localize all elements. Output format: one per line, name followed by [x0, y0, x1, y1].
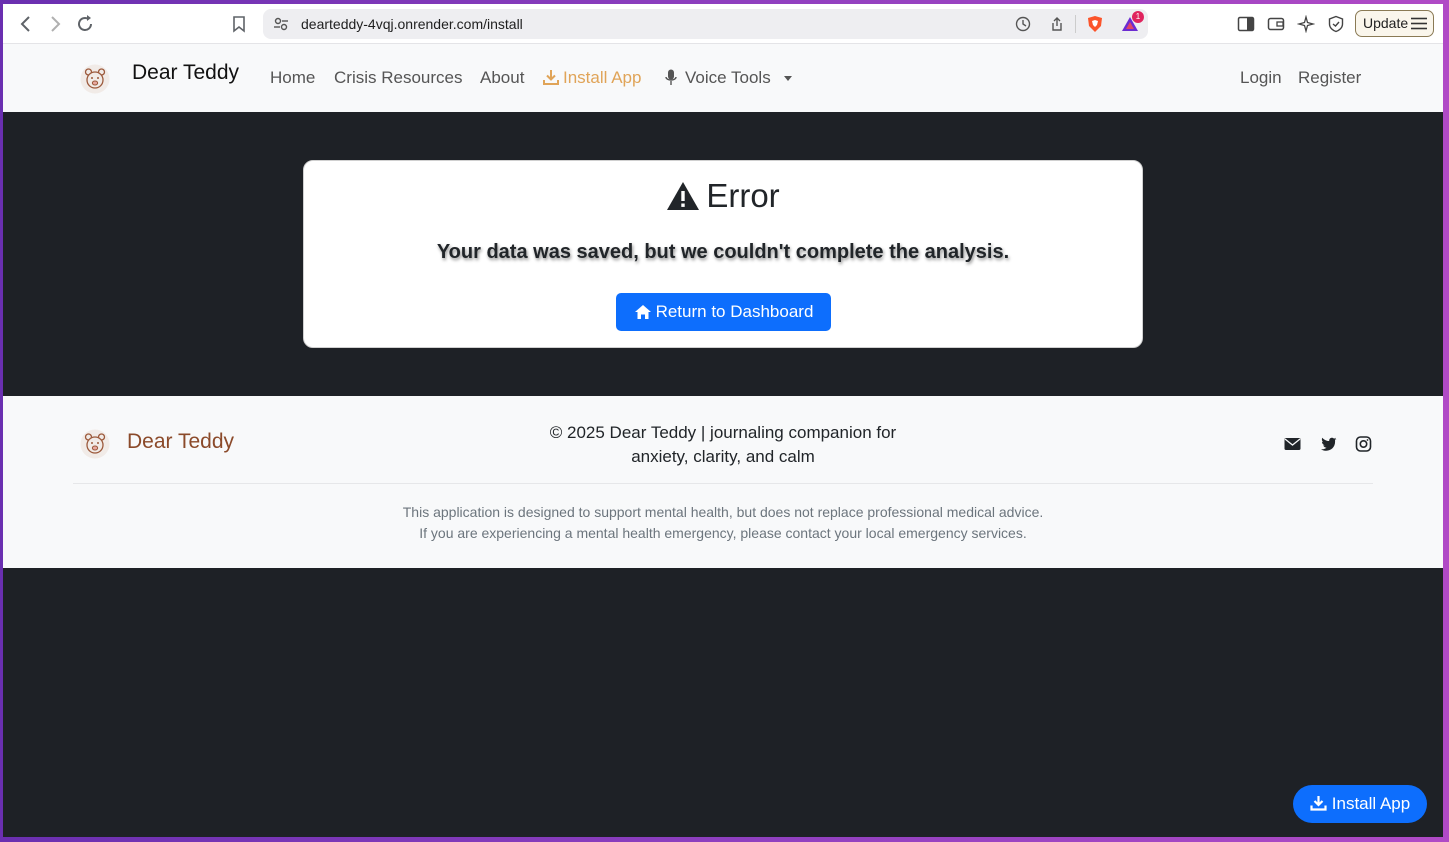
site-navbar: Dear Teddy Home Crisis Resources About I…	[3, 44, 1443, 112]
envelope-icon[interactable]	[1284, 436, 1301, 452]
nav-about[interactable]: About	[480, 68, 524, 88]
microphone-icon	[665, 69, 677, 85]
error-title: Error	[706, 177, 780, 214]
address-bar[interactable]: dearteddy-4vqj.onrender.com/install 1	[263, 9, 1148, 39]
footer-copyright: © 2025 Dear Teddy | journaling companion…	[523, 421, 923, 469]
warning-triangle-icon	[667, 182, 700, 210]
brand-name[interactable]: Dear Teddy	[132, 61, 239, 85]
menu-icon	[1411, 17, 1427, 30]
home-icon	[634, 305, 651, 319]
update-button[interactable]: Update	[1355, 10, 1434, 37]
url-text[interactable]: dearteddy-4vqj.onrender.com/install	[301, 9, 523, 39]
twitter-icon[interactable]	[1320, 436, 1337, 452]
teddy-logo-icon[interactable]	[80, 64, 110, 94]
download-icon	[543, 70, 559, 85]
browser-toolbar: dearteddy-4vqj.onrender.com/install 1 Up…	[3, 4, 1443, 44]
disclaimer-line-1: This application is designed to support …	[402, 504, 1044, 520]
install-app-button[interactable]: Install App	[1293, 785, 1427, 823]
leo-ai-icon[interactable]	[1297, 15, 1315, 33]
login-link[interactable]: Login	[1240, 68, 1282, 88]
instagram-icon[interactable]	[1355, 436, 1372, 452]
error-card: Error Your data was saved, but we couldn…	[303, 160, 1143, 348]
bookmark-icon[interactable]	[230, 15, 248, 33]
footer-disclaimer: This application is designed to support …	[3, 502, 1443, 544]
brave-shields-icon[interactable]	[1086, 15, 1104, 33]
footer-divider	[73, 483, 1373, 484]
back-icon[interactable]	[15, 13, 37, 35]
wallet-icon[interactable]	[1267, 15, 1285, 33]
teddy-logo-icon	[80, 429, 110, 459]
nav-home[interactable]: Home	[270, 68, 315, 88]
divider	[1075, 15, 1076, 33]
vpn-shield-icon[interactable]	[1327, 15, 1345, 33]
disclaimer-line-2: If you are experiencing a mental health …	[419, 525, 1027, 541]
error-message: Your data was saved, but we couldn't com…	[436, 241, 1010, 263]
browser-window: dearteddy-4vqj.onrender.com/install 1 Up…	[3, 4, 1443, 837]
chevron-down-icon[interactable]	[784, 76, 792, 81]
download-icon	[1310, 796, 1327, 811]
forward-icon[interactable]	[44, 13, 66, 35]
error-heading: Error	[304, 177, 1142, 215]
nav-voice-tools[interactable]: Voice Tools	[685, 68, 771, 88]
update-label: Update	[1363, 15, 1409, 31]
reload-icon[interactable]	[74, 13, 96, 35]
copyright-line-1: © 2025 Dear Teddy | journaling companion…	[549, 423, 897, 442]
site-settings-icon[interactable]	[273, 16, 289, 32]
return-to-dashboard-button[interactable]: Return to Dashboard	[616, 293, 831, 331]
register-link[interactable]: Register	[1298, 68, 1361, 88]
return-button-label: Return to Dashboard	[655, 302, 814, 321]
site-footer: Dear Teddy © 2025 Dear Teddy | journalin…	[3, 396, 1443, 568]
nav-crisis-resources[interactable]: Crisis Resources	[334, 68, 462, 88]
copyright-line-2: anxiety, clarity, and calm	[631, 447, 815, 466]
share-icon[interactable]	[1049, 16, 1065, 32]
notification-badge: 1	[1132, 11, 1144, 23]
footer-brand: Dear Teddy	[127, 430, 235, 453]
sidebar-icon[interactable]	[1237, 15, 1255, 33]
history-icon[interactable]	[1015, 16, 1031, 32]
nav-install-app[interactable]: Install App	[563, 68, 641, 88]
install-app-label: Install App	[1331, 794, 1411, 813]
